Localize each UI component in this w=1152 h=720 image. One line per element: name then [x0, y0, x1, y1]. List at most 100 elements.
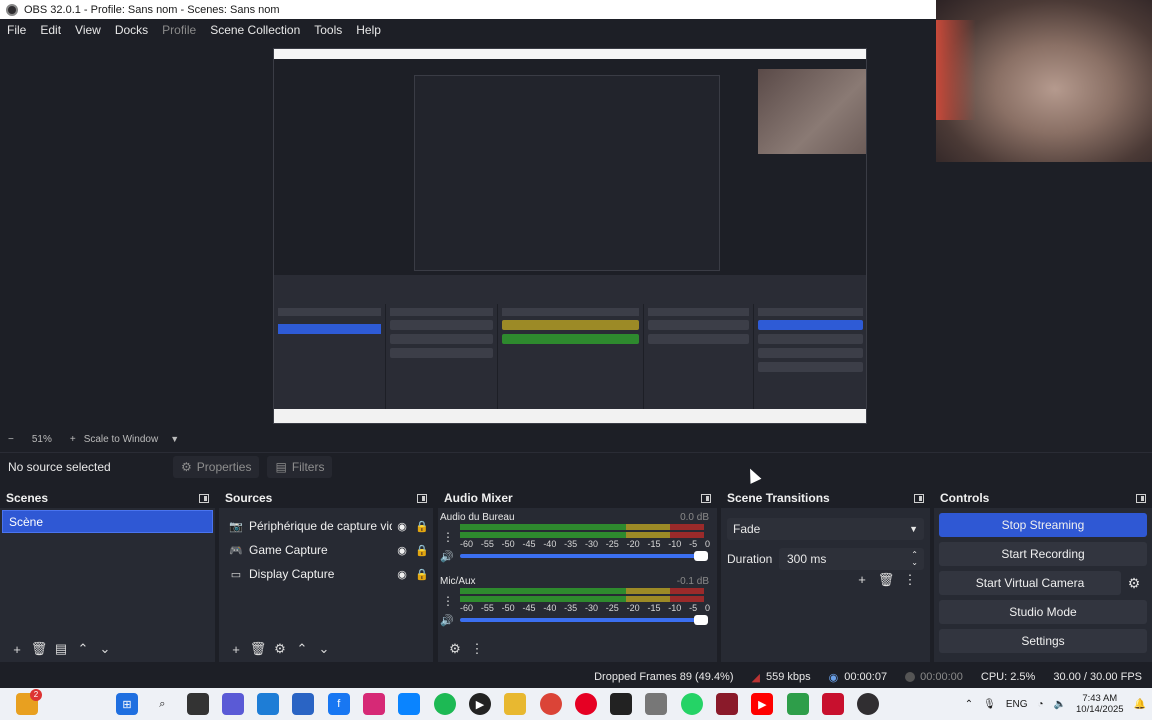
move-up-icon[interactable]: ⌃: [72, 641, 94, 657]
wifi-icon[interactable]: ◔: [1038, 699, 1044, 710]
stream-time: ◉ 00:00:07: [829, 671, 887, 684]
folder-icon[interactable]: [504, 693, 527, 715]
audio-mixer-title: Audio Mixer: [444, 491, 513, 505]
scale-dropdown-icon[interactable]: ▼: [170, 434, 179, 444]
zoom-in-button[interactable]: +: [70, 434, 76, 445]
volume-icon[interactable]: 🔈: [1054, 699, 1066, 710]
add-icon[interactable]: +: [850, 572, 874, 588]
facebook-icon[interactable]: f: [327, 693, 350, 715]
scene-item[interactable]: Scène: [2, 510, 213, 533]
volume-slider[interactable]: [460, 615, 708, 625]
whatsapp-icon[interactable]: [680, 693, 703, 715]
widgets-icon[interactable]: 2: [16, 689, 42, 715]
filter-icon[interactable]: ▤: [50, 641, 72, 657]
source-item[interactable]: ▭ Display Capture ◉ 🔒: [219, 562, 433, 586]
add-icon[interactable]: +: [225, 642, 247, 657]
lock-icon[interactable]: 🔒: [412, 568, 432, 581]
volume-slider[interactable]: [460, 551, 708, 561]
move-up-icon[interactable]: ⌃: [291, 641, 313, 657]
chat-icon[interactable]: [221, 693, 244, 715]
clock-date: 10/14/2025: [1076, 704, 1124, 715]
kebab-menu-icon[interactable]: ⋮: [466, 641, 488, 657]
chevron-up-icon[interactable]: ⌃: [965, 699, 973, 710]
undock-icon[interactable]: [701, 493, 711, 503]
studio-mode-button[interactable]: Studio Mode: [939, 600, 1147, 624]
scale-mode[interactable]: Scale to Window: [84, 434, 158, 445]
nested-menu-bar: [274, 59, 866, 69]
clock[interactable]: 7:43 AM 10/14/2025: [1076, 693, 1124, 715]
system-tray: ⌃ 🎙 ENG ◔ 🔈 7:43 AM 10/14/2025 🔔: [955, 688, 1146, 720]
camera-icon[interactable]: [645, 693, 668, 715]
speaker-icon[interactable]: 🔊: [440, 550, 454, 563]
trash-icon[interactable]: 🗑: [28, 641, 50, 657]
trash-icon[interactable]: 🗑: [247, 641, 269, 657]
add-icon[interactable]: +: [6, 642, 28, 657]
filters-button[interactable]: ▤ Filters: [267, 455, 333, 478]
undock-icon[interactable]: [417, 493, 427, 503]
messenger-icon[interactable]: [398, 693, 421, 715]
speaker-icon[interactable]: 🔊: [440, 614, 454, 627]
duration-input[interactable]: 300 ms ⌃ ⌄: [779, 548, 924, 570]
menu-tools[interactable]: Tools: [307, 23, 349, 37]
start-icon[interactable]: ⊞: [116, 693, 138, 715]
start-virtual-camera-button[interactable]: Start Virtual Camera: [939, 571, 1121, 595]
microphone-icon[interactable]: 🎙: [983, 699, 996, 710]
move-down-icon[interactable]: ⌄: [94, 641, 116, 657]
store-icon[interactable]: [292, 693, 315, 715]
undock-icon[interactable]: [1136, 493, 1146, 503]
settings-button[interactable]: Settings: [939, 629, 1147, 653]
obs-icon[interactable]: [857, 693, 880, 715]
task-view-icon[interactable]: [186, 693, 209, 715]
outlook-icon[interactable]: [257, 693, 280, 715]
capcut-icon[interactable]: [610, 693, 633, 715]
zoom-out-button[interactable]: −: [8, 434, 14, 445]
properties-button[interactable]: ⚙ Properties: [173, 455, 260, 478]
menu-view[interactable]: View: [68, 23, 108, 37]
move-down-icon[interactable]: ⌄: [313, 641, 335, 657]
menu-help[interactable]: Help: [349, 23, 388, 37]
media-player-icon[interactable]: ▶: [468, 693, 491, 715]
kebab-menu-icon[interactable]: ⋮: [442, 594, 454, 608]
menu-docks[interactable]: Docks: [108, 23, 155, 37]
audio-mixer-dock: Audio Mixer Audio du Bureau 0.0 dB ⋮ -60…: [438, 488, 717, 662]
eye-icon[interactable]: ◉: [392, 520, 412, 533]
start-recording-button[interactable]: Start Recording: [939, 542, 1147, 566]
volume-meter: [460, 532, 704, 538]
menu-file[interactable]: File: [0, 23, 33, 37]
notification-bell-icon[interactable]: 🔔: [1134, 699, 1146, 710]
instagram-icon[interactable]: [363, 693, 386, 715]
transition-select[interactable]: Fade ▼: [727, 518, 924, 540]
spotify-icon[interactable]: [433, 693, 456, 715]
language-indicator[interactable]: ENG: [1006, 699, 1028, 710]
undock-icon[interactable]: [914, 493, 924, 503]
chrome-icon[interactable]: [539, 693, 562, 715]
trash-icon[interactable]: 🗑: [874, 572, 898, 588]
menu-edit[interactable]: Edit: [33, 23, 68, 37]
app-icon[interactable]: [821, 693, 844, 715]
eye-icon[interactable]: ◉: [392, 544, 412, 557]
lock-icon[interactable]: 🔒: [412, 520, 432, 533]
gear-icon[interactable]: ⚙: [269, 641, 291, 657]
app-icon[interactable]: [786, 693, 809, 715]
app-icon[interactable]: [716, 693, 739, 715]
advanced-audio-icon[interactable]: ⚙: [444, 641, 466, 657]
source-item[interactable]: 🎮 Game Capture ◉ 🔒: [219, 538, 433, 562]
kebab-menu-icon[interactable]: ⋮: [898, 572, 922, 588]
gear-icon[interactable]: ⚙: [1121, 575, 1147, 592]
youtube-icon[interactable]: ▶: [751, 693, 774, 715]
slider-handle[interactable]: [694, 551, 708, 561]
pinterest-icon[interactable]: [574, 693, 597, 715]
search-icon[interactable]: ⌕: [151, 693, 173, 715]
menu-scene-collection[interactable]: Scene Collection: [203, 23, 307, 37]
slider-handle[interactable]: [694, 615, 708, 625]
stop-streaming-button[interactable]: Stop Streaming: [939, 513, 1147, 537]
menu-profile[interactable]: Profile: [155, 23, 203, 37]
record-time-value: 00:00:00: [920, 671, 963, 683]
preview-canvas[interactable]: [273, 48, 867, 424]
eye-icon[interactable]: ◉: [392, 568, 412, 581]
spin-arrows-icon[interactable]: ⌃ ⌄: [911, 551, 918, 567]
source-item[interactable]: 📷 Périphérique de capture vidéo ◉ 🔒: [219, 514, 433, 538]
undock-icon[interactable]: [199, 493, 209, 503]
lock-icon[interactable]: 🔒: [412, 544, 432, 557]
kebab-menu-icon[interactable]: ⋮: [442, 530, 454, 544]
